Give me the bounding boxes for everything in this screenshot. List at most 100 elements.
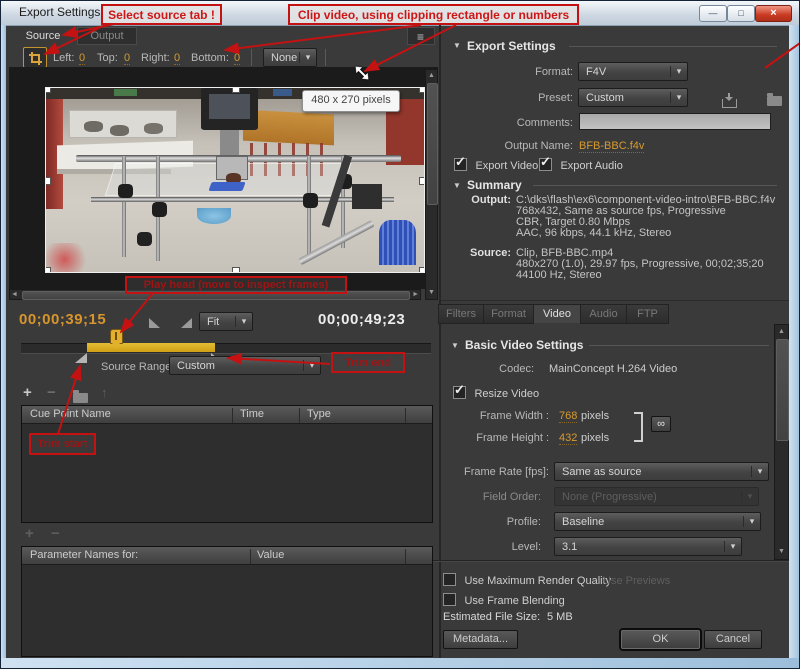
profile-select[interactable]: Baseline ▾ [554,512,761,531]
photo-shape [220,130,239,156]
tab-filters[interactable]: Filters [438,304,484,324]
param-col-value[interactable]: Value [257,549,284,561]
in-point-icon[interactable] [149,318,160,328]
crop-top-value[interactable]: 0 [124,52,130,65]
dimension-bracket [634,412,643,442]
preset-select[interactable]: Custom ▾ [578,88,688,107]
preview-vscrollbar[interactable]: ▲ ▼ [425,69,438,300]
resize-video-checkbox[interactable]: ✓ Resize Video [453,384,539,402]
scroll-right-icon[interactable]: ► [412,290,419,300]
cancel-button[interactable]: Cancel [704,630,762,649]
current-timecode[interactable]: 00;00;39;15 [19,311,106,328]
window-title: Export Settings [19,5,100,19]
cue-point-table[interactable]: Cue Point Name Time Type [21,405,433,523]
vscroll-thumb[interactable] [427,83,438,205]
photo-shape [197,208,231,225]
chevron-down-icon: ▾ [743,516,760,527]
crop-button[interactable] [23,47,47,68]
add-cue-point-icon[interactable]: + [23,384,32,401]
tab-ftp[interactable]: FTP [626,304,669,324]
playhead[interactable] [110,329,123,344]
annotation-playhead: Play head (move to inspect frames) [125,276,347,294]
export-video-checkbox[interactable]: ✓ Export Video [454,156,538,174]
ok-button[interactable]: OK [621,630,700,649]
comments-input[interactable] [579,113,771,130]
level-select[interactable]: 3.1 ▾ [554,537,742,556]
photo-shape [118,184,133,199]
export-audio-checkbox[interactable]: ✓ Export Audio [539,156,623,174]
cue-col-time[interactable]: Time [240,408,264,420]
settings-scroll-thumb[interactable] [776,339,789,441]
output-name-link[interactable]: BFB-BBC.f4v [579,140,644,153]
link-dimensions-button[interactable]: ∞ [651,416,671,432]
tab-video[interactable]: Video [533,304,581,323]
use-frame-blending-checkbox[interactable]: ✓ Use Frame Blending [443,591,565,609]
scroll-up-icon[interactable]: ▲ [778,327,785,337]
collapse-icon[interactable]: ▼ [453,41,461,50]
tab-audio[interactable]: Audio [580,304,627,324]
crop-handle-bm[interactable] [232,267,240,272]
crop-left-value[interactable]: 0 [79,52,85,65]
crop-handle-tl[interactable] [46,88,51,93]
trim-start-handle[interactable] [75,353,87,363]
crop-handle-tr[interactable] [419,88,424,93]
crop-handle-br[interactable] [419,267,424,272]
photo-shape [114,89,137,96]
format-select[interactable]: F4V ▾ [578,62,688,81]
crop-ratio-select[interactable]: None ▾ [263,48,317,67]
crop-bottom-value[interactable]: 0 [234,52,240,65]
tab-output[interactable]: Output [77,27,137,45]
zoom-level-select[interactable]: Fit ▾ [199,312,253,331]
remove-cue-point-icon[interactable]: − [47,384,56,401]
frame-height-value[interactable]: 432 [559,432,577,445]
metadata-button[interactable]: Metadata... [443,630,518,649]
photo-shape [152,202,167,217]
load-cue-points-icon[interactable] [73,393,88,403]
minimize-button[interactable]: — [699,5,727,22]
scroll-down-icon[interactable]: ▼ [428,288,435,298]
photo-shape [352,184,382,210]
close-button[interactable]: × [755,5,792,22]
cue-col-name[interactable]: Cue Point Name [30,408,111,420]
chevron-down-icon: ▾ [741,491,758,502]
frame-width-unit: pixels [581,410,609,422]
summary-output-label: Output: [441,194,511,206]
scroll-up-icon[interactable]: ▲ [428,71,435,81]
frame-width-value[interactable]: 768 [559,410,577,423]
minimize-icon: — [709,8,718,18]
save-cue-points-icon[interactable]: ↑ [101,385,108,400]
out-point-icon[interactable] [181,318,192,328]
collapse-icon[interactable]: ▼ [451,341,459,350]
frame-rate-select[interactable]: Same as source ▾ [554,462,769,481]
scroll-left-icon[interactable]: ◄ [11,290,18,300]
import-preset-icon[interactable] [767,96,782,106]
settings-vscrollbar[interactable]: ▲ ▼ [774,324,789,560]
window-border-left [1,25,6,669]
annotation-select-source: Select source tab ! [101,4,222,25]
scroll-down-icon[interactable]: ▼ [778,547,785,557]
save-preset-icon[interactable] [722,99,737,108]
parameter-table[interactable]: Parameter Names for: Value [21,546,433,657]
timeline-selected-range[interactable] [87,343,215,352]
chevron-down-icon: ▾ [670,66,687,77]
source-range-select[interactable]: Custom ▾ [169,356,321,375]
use-max-quality-checkbox[interactable]: ✓ Use Maximum Render Quality [443,571,611,589]
photo-shape [273,89,292,96]
tab-format[interactable]: Format [483,304,534,324]
photo-shape [137,232,152,247]
tab-source[interactable]: Source [15,28,71,45]
crop-handle-ml[interactable] [46,177,51,185]
add-parameter-icon[interactable]: + [25,525,34,542]
maximize-button[interactable]: □ [727,5,755,22]
panel-menu-button[interactable]: ≡ [407,27,435,45]
video-frame[interactable] [46,88,424,272]
param-col-name[interactable]: Parameter Names for: [30,549,138,561]
export-settings-dialog: Export Settings — □ × Source Output ≡ Le… [0,0,800,669]
remove-parameter-icon[interactable]: − [51,525,60,542]
collapse-icon[interactable]: ▼ [453,181,461,190]
crop-handle-tm[interactable] [232,88,240,93]
crop-right-value[interactable]: 0 [174,52,180,65]
crop-handle-mr[interactable] [419,177,424,185]
crop-handle-bl[interactable] [46,267,51,272]
cue-col-type[interactable]: Type [307,408,331,420]
